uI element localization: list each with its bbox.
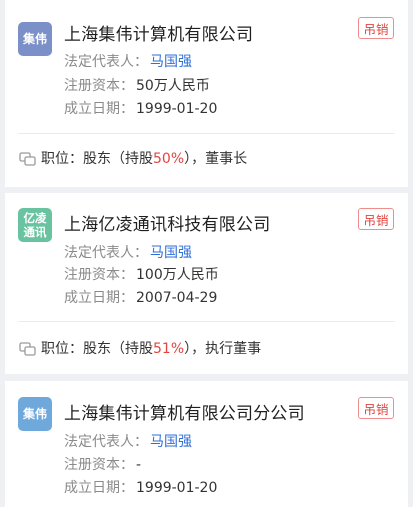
company-name[interactable]: 上海集伟计算机有限公司 — [64, 20, 253, 45]
status-badge: 吊销 — [358, 17, 394, 39]
position-row: 职位： 股东（持股 50% ），董事长 — [19, 149, 247, 169]
capital-label: 注册资本： — [64, 78, 134, 94]
capital-value: - — [136, 457, 142, 473]
legal-rep-row: 法定代表人： 马国强 — [64, 52, 192, 72]
company-logo: 集伟 — [18, 397, 52, 431]
company-name[interactable]: 上海亿凌通讯科技有限公司 — [64, 210, 270, 235]
legal-rep-link[interactable]: 马国强 — [150, 245, 192, 261]
legal-rep-row: 法定代表人： 马国强 — [64, 243, 192, 263]
company-card[interactable]: 亿凌通讯 上海亿凌通讯科技有限公司 吊销 法定代表人： 马国强 注册资本： 100万… — [5, 193, 408, 374]
founded-row: 成立日期： 1999-01-20 — [64, 478, 217, 498]
company-logo: 集伟 — [18, 22, 52, 56]
legal-rep-label: 法定代表人： — [64, 54, 148, 70]
capital-value: 100万人民币 — [136, 267, 219, 283]
capital-value: 50万人民币 — [136, 78, 210, 94]
share-percent: 51% — [153, 341, 185, 357]
founded-row: 成立日期： 2007-04-29 — [64, 288, 217, 308]
position-icon — [19, 152, 36, 166]
status-badge: 吊销 — [358, 208, 394, 230]
capital-label: 注册资本： — [64, 267, 134, 283]
position-role: 股东（持股 — [83, 151, 153, 167]
position-title: ），董事长 — [184, 151, 248, 167]
position-row: 职位： 股东（持股 51% ），执行董事 — [19, 339, 261, 359]
legal-rep-row: 法定代表人： 马国强 — [64, 432, 192, 452]
position-label: 职位： — [41, 151, 83, 167]
position-role: 股东（持股 — [83, 341, 153, 357]
capital-row: 注册资本： - — [64, 455, 141, 475]
divider — [18, 321, 395, 322]
position-label: 职位： — [41, 341, 83, 357]
divider — [18, 133, 395, 134]
founded-value: 2007-04-29 — [136, 290, 218, 306]
legal-rep-label: 法定代表人： — [64, 434, 148, 450]
founded-value: 1999-01-20 — [136, 101, 218, 117]
position-title: ），执行董事 — [184, 341, 262, 357]
legal-rep-link[interactable]: 马国强 — [150, 434, 192, 450]
capital-label: 注册资本： — [64, 457, 134, 473]
share-percent: 50% — [153, 151, 185, 167]
founded-value: 1999-01-20 — [136, 480, 218, 496]
company-name[interactable]: 上海集伟计算机有限公司分公司 — [64, 399, 305, 424]
position-icon — [19, 342, 36, 356]
legal-rep-label: 法定代表人： — [64, 245, 148, 261]
company-card[interactable]: 集伟 上海集伟计算机有限公司 吊销 法定代表人： 马国强 注册资本： 50万人民币 … — [5, 0, 408, 187]
company-card[interactable]: 集伟 上海集伟计算机有限公司分公司 吊销 法定代表人： 马国强 注册资本： - 成立… — [5, 381, 408, 507]
company-logo: 亿凌通讯 — [18, 208, 52, 242]
legal-rep-link[interactable]: 马国强 — [150, 54, 192, 70]
founded-label: 成立日期： — [64, 290, 134, 306]
founded-label: 成立日期： — [64, 480, 134, 496]
founded-row: 成立日期： 1999-01-20 — [64, 99, 217, 119]
capital-row: 注册资本： 100万人民币 — [64, 265, 219, 285]
capital-row: 注册资本： 50万人民币 — [64, 76, 210, 96]
founded-label: 成立日期： — [64, 101, 134, 117]
status-badge: 吊销 — [358, 397, 394, 419]
